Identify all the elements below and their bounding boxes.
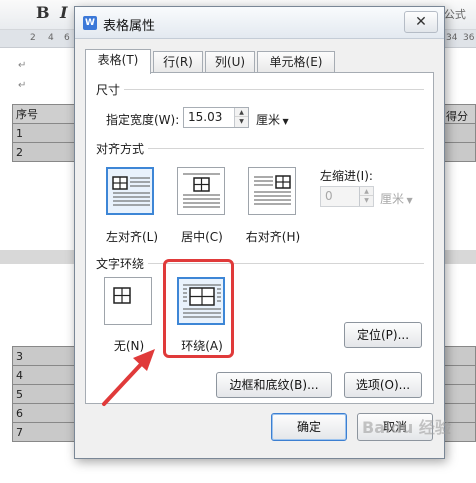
indent-unit-label: 厘米 <box>380 192 405 206</box>
paragraph-mark: ↵ <box>18 60 27 71</box>
align-right-option[interactable] <box>248 167 296 215</box>
wrap-none-option[interactable] <box>104 277 152 325</box>
dialog-title: 表格属性 <box>103 19 156 34</box>
wrap-around-label: 环绕(A) <box>181 339 223 353</box>
spinner-arrows: ▲ ▼ <box>234 108 248 127</box>
options-button[interactable]: 选项(O)... <box>344 372 422 398</box>
ruler-mark: 36 <box>463 33 475 43</box>
width-value: 15.03 <box>188 110 223 124</box>
align-left-icon <box>112 176 150 206</box>
spin-down-icon[interactable]: ▼ <box>360 196 373 205</box>
tab-row[interactable]: 行(R) <box>153 51 203 73</box>
wrap-section-label: 文字环绕 <box>96 255 149 272</box>
align-right-label: 右对齐(H) <box>245 230 301 244</box>
table-properties-dialog: W 表格属性 ✕ 表格(T) 行(R) 列(U) 单元格(E) 尺寸 指定宽度(… <box>74 6 445 459</box>
indent-spinner[interactable]: 0 ▲ ▼ <box>320 186 374 207</box>
width-label: 指定宽度(W): <box>106 113 180 127</box>
italic-button[interactable]: I <box>60 3 67 22</box>
ruler-mark: 4 <box>48 33 54 43</box>
align-center-option[interactable] <box>177 167 225 215</box>
watermark: Baidu 经验 <box>362 418 451 437</box>
borders-shading-button[interactable]: 边框和底纹(B)... <box>216 372 332 398</box>
dropdown-arrow-icon: ▼ <box>404 196 413 205</box>
positioning-button[interactable]: 定位(P)... <box>344 322 422 348</box>
spinner-arrows: ▲ ▼ <box>359 187 373 206</box>
size-section-label: 尺寸 <box>96 81 125 98</box>
ruler-mark: 2 <box>30 33 36 43</box>
align-left-label: 左对齐(L) <box>106 230 159 244</box>
width-spinner[interactable]: 15.03 ▲ ▼ <box>183 107 249 128</box>
align-right-icon <box>254 175 291 205</box>
ruler-mark: 34 <box>446 33 458 43</box>
tab-column[interactable]: 列(U) <box>205 51 255 73</box>
width-unit-label: 厘米 <box>256 113 281 127</box>
alignment-section-label: 对齐方式 <box>96 140 149 157</box>
align-center-label: 居中(C) <box>181 230 223 244</box>
indent-label: 左缩进(I): <box>320 169 373 183</box>
paragraph-mark: ↵ <box>18 80 27 91</box>
indent-unit-dropdown[interactable]: 厘米 ▼ <box>380 190 413 207</box>
close-button[interactable]: ✕ <box>404 11 438 33</box>
tab-cell[interactable]: 单元格(E) <box>257 51 335 73</box>
align-center-icon <box>183 173 220 208</box>
wrap-around-icon <box>183 284 221 318</box>
dialog-titlebar[interactable]: W 表格属性 ✕ <box>75 7 444 39</box>
section-divider <box>96 89 424 90</box>
ok-button[interactable]: 确定 <box>271 413 347 441</box>
align-left-option[interactable] <box>106 167 154 215</box>
wrap-around-option[interactable] <box>177 277 225 325</box>
wps-app-icon: W <box>83 16 97 30</box>
ruler-mark: 6 <box>64 33 70 43</box>
width-unit-dropdown[interactable]: 厘米 ▼ <box>256 111 289 128</box>
tab-panel-table: 尺寸 指定宽度(W): 15.03 ▲ ▼ 厘米 ▼ 对齐方式 左对齐(L) 居… <box>85 72 434 404</box>
wrap-none-label: 无(N) <box>113 339 145 353</box>
spin-down-icon[interactable]: ▼ <box>235 117 248 126</box>
dropdown-arrow-icon: ▼ <box>280 117 289 126</box>
indent-value: 0 <box>325 189 333 203</box>
spin-up-icon[interactable]: ▲ <box>360 187 373 196</box>
table-header-last: 得分 <box>446 110 468 123</box>
tab-table[interactable]: 表格(T) <box>85 49 151 74</box>
spin-up-icon[interactable]: ▲ <box>235 108 248 117</box>
wrap-none-icon <box>113 287 131 304</box>
bold-button[interactable]: B <box>36 3 50 22</box>
